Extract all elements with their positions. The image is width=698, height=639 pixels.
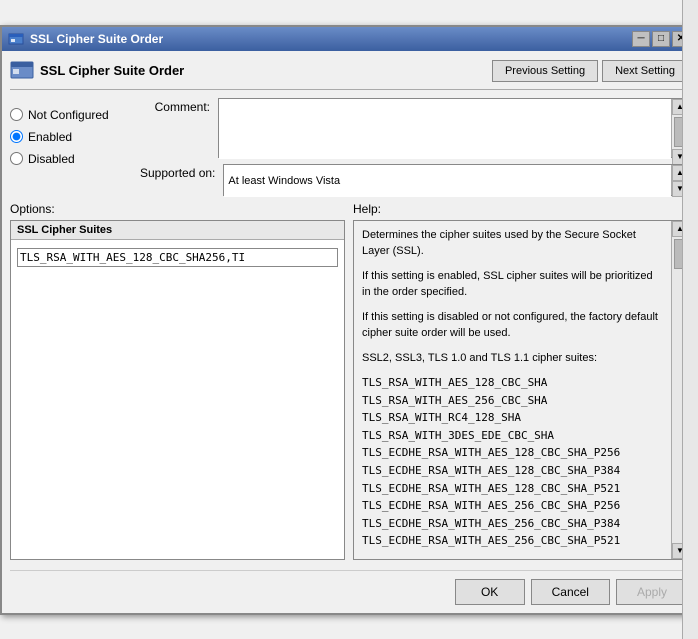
config-section: Not Configured Enabled Disabled Comment: bbox=[10, 98, 688, 196]
ok-button[interactable]: OK bbox=[455, 579, 525, 605]
disabled-option[interactable]: Disabled bbox=[10, 152, 140, 166]
title-bar: SSL Cipher Suite Order ─ □ ✕ bbox=[2, 27, 696, 51]
header-icon bbox=[10, 59, 34, 83]
header-title-area: SSL Cipher Suite Order bbox=[10, 59, 492, 83]
header-title: SSL Cipher Suite Order bbox=[40, 63, 184, 78]
cipher-list-item: TLS_ECDHE_RSA_WITH_AES_128_CBC_SHA_P521 bbox=[362, 480, 663, 498]
enabled-radio[interactable] bbox=[10, 130, 23, 143]
help-paragraph-1: Determines the cipher suites used by the… bbox=[362, 227, 663, 260]
disabled-label: Disabled bbox=[28, 152, 75, 166]
nav-buttons: Previous Setting Next Setting bbox=[492, 60, 688, 82]
enabled-option[interactable]: Enabled bbox=[10, 130, 140, 144]
cipher-list-item: TLS_RSA_WITH_AES_256_CBC_SHA bbox=[362, 392, 663, 410]
help-subheading: SSL2, SSL3, TLS 1.0 and TLS 1.1 cipher s… bbox=[362, 350, 663, 367]
right-section: Comment: ▲ ▼ Supported on: bbox=[140, 98, 688, 196]
options-help-row: Options: SSL Cipher Suites Help: bbox=[10, 202, 688, 560]
cipher-list-item: TLS_ECDHE_RSA_WITH_AES_256_CBC_SHA_P256 bbox=[362, 497, 663, 515]
not-configured-radio[interactable] bbox=[10, 108, 23, 121]
cipher-list-item: TLS_RSA_WITH_3DES_EDE_CBC_SHA bbox=[362, 427, 663, 445]
help-text-area: Determines the cipher suites used by the… bbox=[354, 221, 671, 559]
minimize-button[interactable]: ─ bbox=[632, 31, 650, 47]
radio-group: Not Configured Enabled Disabled bbox=[10, 98, 140, 196]
options-label: Options: bbox=[10, 202, 345, 216]
help-section: Help: Determines the cipher suites used … bbox=[353, 202, 688, 560]
previous-setting-button[interactable]: Previous Setting bbox=[492, 60, 598, 82]
cipher-list-item: TLS_ECDHE_RSA_WITH_AES_128_CBC_SHA_P384 bbox=[362, 462, 663, 480]
help-paragraph-2: If this setting is enabled, SSL cipher s… bbox=[362, 268, 663, 301]
window-icon bbox=[8, 31, 24, 47]
footer-buttons: OK Cancel Apply bbox=[10, 570, 688, 605]
options-section: Options: SSL Cipher Suites bbox=[10, 202, 345, 560]
window-body: SSL Cipher Suite Order Previous Setting … bbox=[2, 51, 696, 613]
cipher-list-item: TLS_RSA_WITH_AES_128_CBC_SHA bbox=[362, 374, 663, 392]
cipher-list-item: TLS_ECDHE_RSA_WITH_AES_128_CBC_SHA_P256 bbox=[362, 444, 663, 462]
cipher-list-item: TLS_ECDHE_RSA_WITH_AES_256_CBC_SHA_P521 bbox=[362, 532, 663, 550]
supported-label: Supported on: bbox=[140, 164, 215, 180]
disabled-radio[interactable] bbox=[10, 152, 23, 165]
cipher-list-item: TLS_ECDHE_RSA_WITH_AES_256_CBC_SHA_P384 bbox=[362, 515, 663, 533]
header-row: SSL Cipher Suite Order Previous Setting … bbox=[10, 59, 688, 90]
supported-row: Supported on: At least Windows Vista ▲ ▼ bbox=[140, 164, 688, 196]
comment-label: Comment: bbox=[140, 98, 210, 114]
cancel-button[interactable]: Cancel bbox=[531, 579, 610, 605]
help-label: Help: bbox=[353, 202, 688, 216]
cipher-list: TLS_RSA_WITH_AES_128_CBC_SHATLS_RSA_WITH… bbox=[362, 374, 663, 550]
cipher-list-item: TLS_RSA_WITH_RC4_128_SHA bbox=[362, 409, 663, 427]
cipher-input[interactable] bbox=[17, 248, 338, 267]
not-configured-label: Not Configured bbox=[28, 108, 109, 122]
options-scrollbar[interactable] bbox=[682, 0, 698, 639]
main-window: SSL Cipher Suite Order ─ □ ✕ SSL Cipher … bbox=[0, 25, 698, 615]
ssl-cipher-suites-header: SSL Cipher Suites bbox=[11, 221, 344, 240]
apply-button[interactable]: Apply bbox=[616, 579, 688, 605]
window-title: SSL Cipher Suite Order bbox=[30, 32, 163, 46]
supported-value: At least Windows Vista bbox=[224, 165, 671, 197]
comment-area: Comment: ▲ ▼ bbox=[140, 98, 688, 158]
not-configured-option[interactable]: Not Configured bbox=[10, 108, 140, 122]
enabled-label: Enabled bbox=[28, 130, 72, 144]
maximize-button[interactable]: □ bbox=[652, 31, 670, 47]
title-bar-left: SSL Cipher Suite Order bbox=[8, 31, 163, 47]
next-setting-button[interactable]: Next Setting bbox=[602, 60, 688, 82]
comment-textarea[interactable] bbox=[219, 99, 671, 159]
help-paragraph-3: If this setting is disabled or not confi… bbox=[362, 309, 663, 342]
